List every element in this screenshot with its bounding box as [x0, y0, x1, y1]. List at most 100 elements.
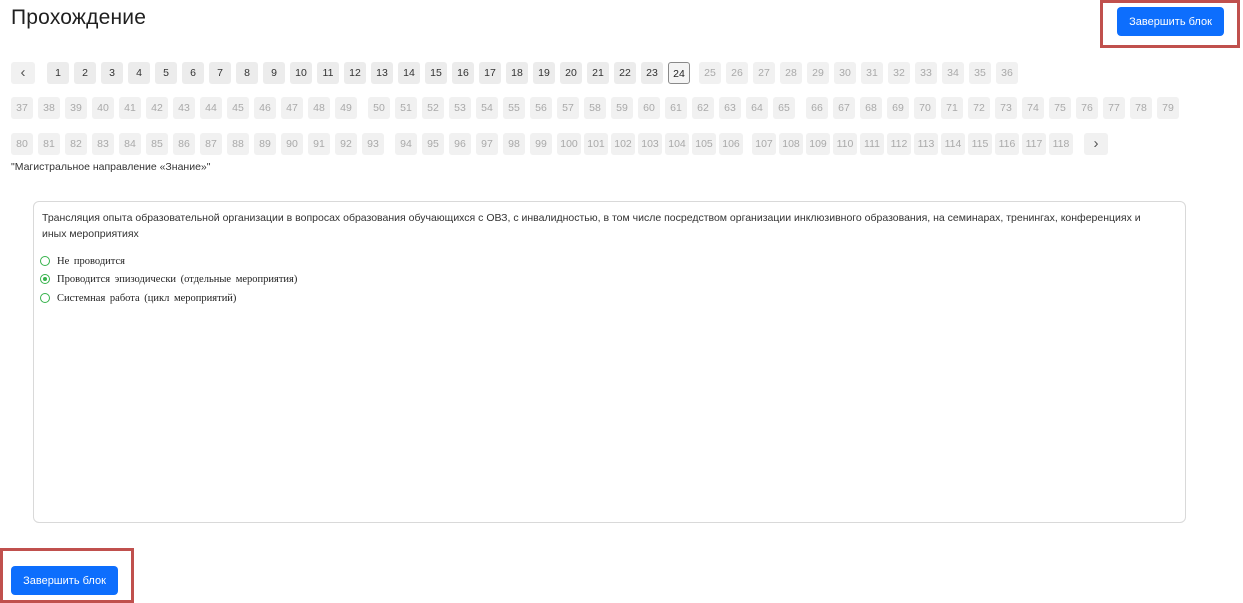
page-number-99[interactable]: 99 [530, 133, 552, 155]
answer-option-episodic[interactable]: Проводится эпизодически (отдельные мероп… [40, 272, 297, 286]
page-number-117[interactable]: 117 [1022, 133, 1046, 155]
page-number-20[interactable]: 20 [560, 62, 582, 84]
answer-option-not-held[interactable]: Не проводится [40, 254, 125, 268]
page-number-110[interactable]: 110 [833, 133, 857, 155]
page-number-82[interactable]: 82 [65, 133, 87, 155]
page-number-84[interactable]: 84 [119, 133, 141, 155]
page-number-79[interactable]: 79 [1157, 97, 1179, 119]
page-number-95[interactable]: 95 [422, 133, 444, 155]
page-number-114[interactable]: 114 [941, 133, 965, 155]
page-number-101[interactable]: 101 [584, 133, 608, 155]
page-number-100[interactable]: 100 [557, 133, 581, 155]
page-number-47[interactable]: 47 [281, 97, 303, 119]
page-number-11[interactable]: 11 [317, 62, 339, 84]
page-number-4[interactable]: 4 [128, 62, 150, 84]
page-number-86[interactable]: 86 [173, 133, 195, 155]
page-number-49[interactable]: 49 [335, 97, 357, 119]
page-number-96[interactable]: 96 [449, 133, 471, 155]
page-number-8[interactable]: 8 [236, 62, 258, 84]
page-number-14[interactable]: 14 [398, 62, 420, 84]
page-number-19[interactable]: 19 [533, 62, 555, 84]
page-number-46[interactable]: 46 [254, 97, 276, 119]
page-number-109[interactable]: 109 [806, 133, 830, 155]
page-number-87[interactable]: 87 [200, 133, 222, 155]
page-number-38[interactable]: 38 [38, 97, 60, 119]
page-number-5[interactable]: 5 [155, 62, 177, 84]
page-number-21[interactable]: 21 [587, 62, 609, 84]
page-number-88[interactable]: 88 [227, 133, 249, 155]
page-number-90[interactable]: 90 [281, 133, 303, 155]
page-number-41[interactable]: 41 [119, 97, 141, 119]
page-number-7[interactable]: 7 [209, 62, 231, 84]
page-number-53[interactable]: 53 [449, 97, 471, 119]
finish-block-button-bottom[interactable]: Завершить блок [11, 566, 118, 595]
page-number-54[interactable]: 54 [476, 97, 498, 119]
page-number-83[interactable]: 83 [92, 133, 114, 155]
page-number-42[interactable]: 42 [146, 97, 168, 119]
page-number-70[interactable]: 70 [914, 97, 936, 119]
page-number-17[interactable]: 17 [479, 62, 501, 84]
page-number-48[interactable]: 48 [308, 97, 330, 119]
page-number-12[interactable]: 12 [344, 62, 366, 84]
page-number-111[interactable]: 111 [860, 133, 884, 155]
page-number-9[interactable]: 9 [263, 62, 285, 84]
page-number-27[interactable]: 27 [753, 62, 775, 84]
page-number-23[interactable]: 23 [641, 62, 663, 84]
page-number-59[interactable]: 59 [611, 97, 633, 119]
next-page-icon[interactable]: › [1084, 133, 1108, 155]
page-number-103[interactable]: 103 [638, 133, 662, 155]
page-number-91[interactable]: 91 [308, 133, 330, 155]
page-number-113[interactable]: 113 [914, 133, 938, 155]
page-number-40[interactable]: 40 [92, 97, 114, 119]
page-number-112[interactable]: 112 [887, 133, 911, 155]
finish-block-button-top[interactable]: Завершить блок [1117, 7, 1224, 36]
page-number-1[interactable]: 1 [47, 62, 69, 84]
page-number-32[interactable]: 32 [888, 62, 910, 84]
answer-option-systematic[interactable]: Системная работа (цикл мероприятий) [40, 291, 236, 305]
page-number-60[interactable]: 60 [638, 97, 660, 119]
page-number-80[interactable]: 80 [11, 133, 33, 155]
page-number-64[interactable]: 64 [746, 97, 768, 119]
page-number-104[interactable]: 104 [665, 133, 689, 155]
page-number-10[interactable]: 10 [290, 62, 312, 84]
page-number-3[interactable]: 3 [101, 62, 123, 84]
page-number-108[interactable]: 108 [779, 133, 803, 155]
page-number-25[interactable]: 25 [699, 62, 721, 84]
page-number-31[interactable]: 31 [861, 62, 883, 84]
page-number-34[interactable]: 34 [942, 62, 964, 84]
page-number-72[interactable]: 72 [968, 97, 990, 119]
page-number-81[interactable]: 81 [38, 133, 60, 155]
page-number-29[interactable]: 29 [807, 62, 829, 84]
page-number-50[interactable]: 50 [368, 97, 390, 119]
page-number-78[interactable]: 78 [1130, 97, 1152, 119]
page-number-58[interactable]: 58 [584, 97, 606, 119]
page-number-92[interactable]: 92 [335, 133, 357, 155]
page-number-39[interactable]: 39 [65, 97, 87, 119]
page-number-62[interactable]: 62 [692, 97, 714, 119]
page-number-26[interactable]: 26 [726, 62, 748, 84]
page-number-115[interactable]: 115 [968, 133, 992, 155]
page-number-55[interactable]: 55 [503, 97, 525, 119]
page-number-118[interactable]: 118 [1049, 133, 1073, 155]
page-number-116[interactable]: 116 [995, 133, 1019, 155]
page-number-37[interactable]: 37 [11, 97, 33, 119]
page-number-52[interactable]: 52 [422, 97, 444, 119]
page-number-2[interactable]: 2 [74, 62, 96, 84]
page-number-43[interactable]: 43 [173, 97, 195, 119]
page-number-6[interactable]: 6 [182, 62, 204, 84]
page-number-105[interactable]: 105 [692, 133, 716, 155]
page-number-57[interactable]: 57 [557, 97, 579, 119]
page-number-76[interactable]: 76 [1076, 97, 1098, 119]
page-number-74[interactable]: 74 [1022, 97, 1044, 119]
page-number-45[interactable]: 45 [227, 97, 249, 119]
page-number-102[interactable]: 102 [611, 133, 635, 155]
page-number-13[interactable]: 13 [371, 62, 393, 84]
page-number-94[interactable]: 94 [395, 133, 417, 155]
page-number-93[interactable]: 93 [362, 133, 384, 155]
page-number-69[interactable]: 69 [887, 97, 909, 119]
page-number-15[interactable]: 15 [425, 62, 447, 84]
page-number-66[interactable]: 66 [806, 97, 828, 119]
page-number-16[interactable]: 16 [452, 62, 474, 84]
page-number-28[interactable]: 28 [780, 62, 802, 84]
page-number-68[interactable]: 68 [860, 97, 882, 119]
